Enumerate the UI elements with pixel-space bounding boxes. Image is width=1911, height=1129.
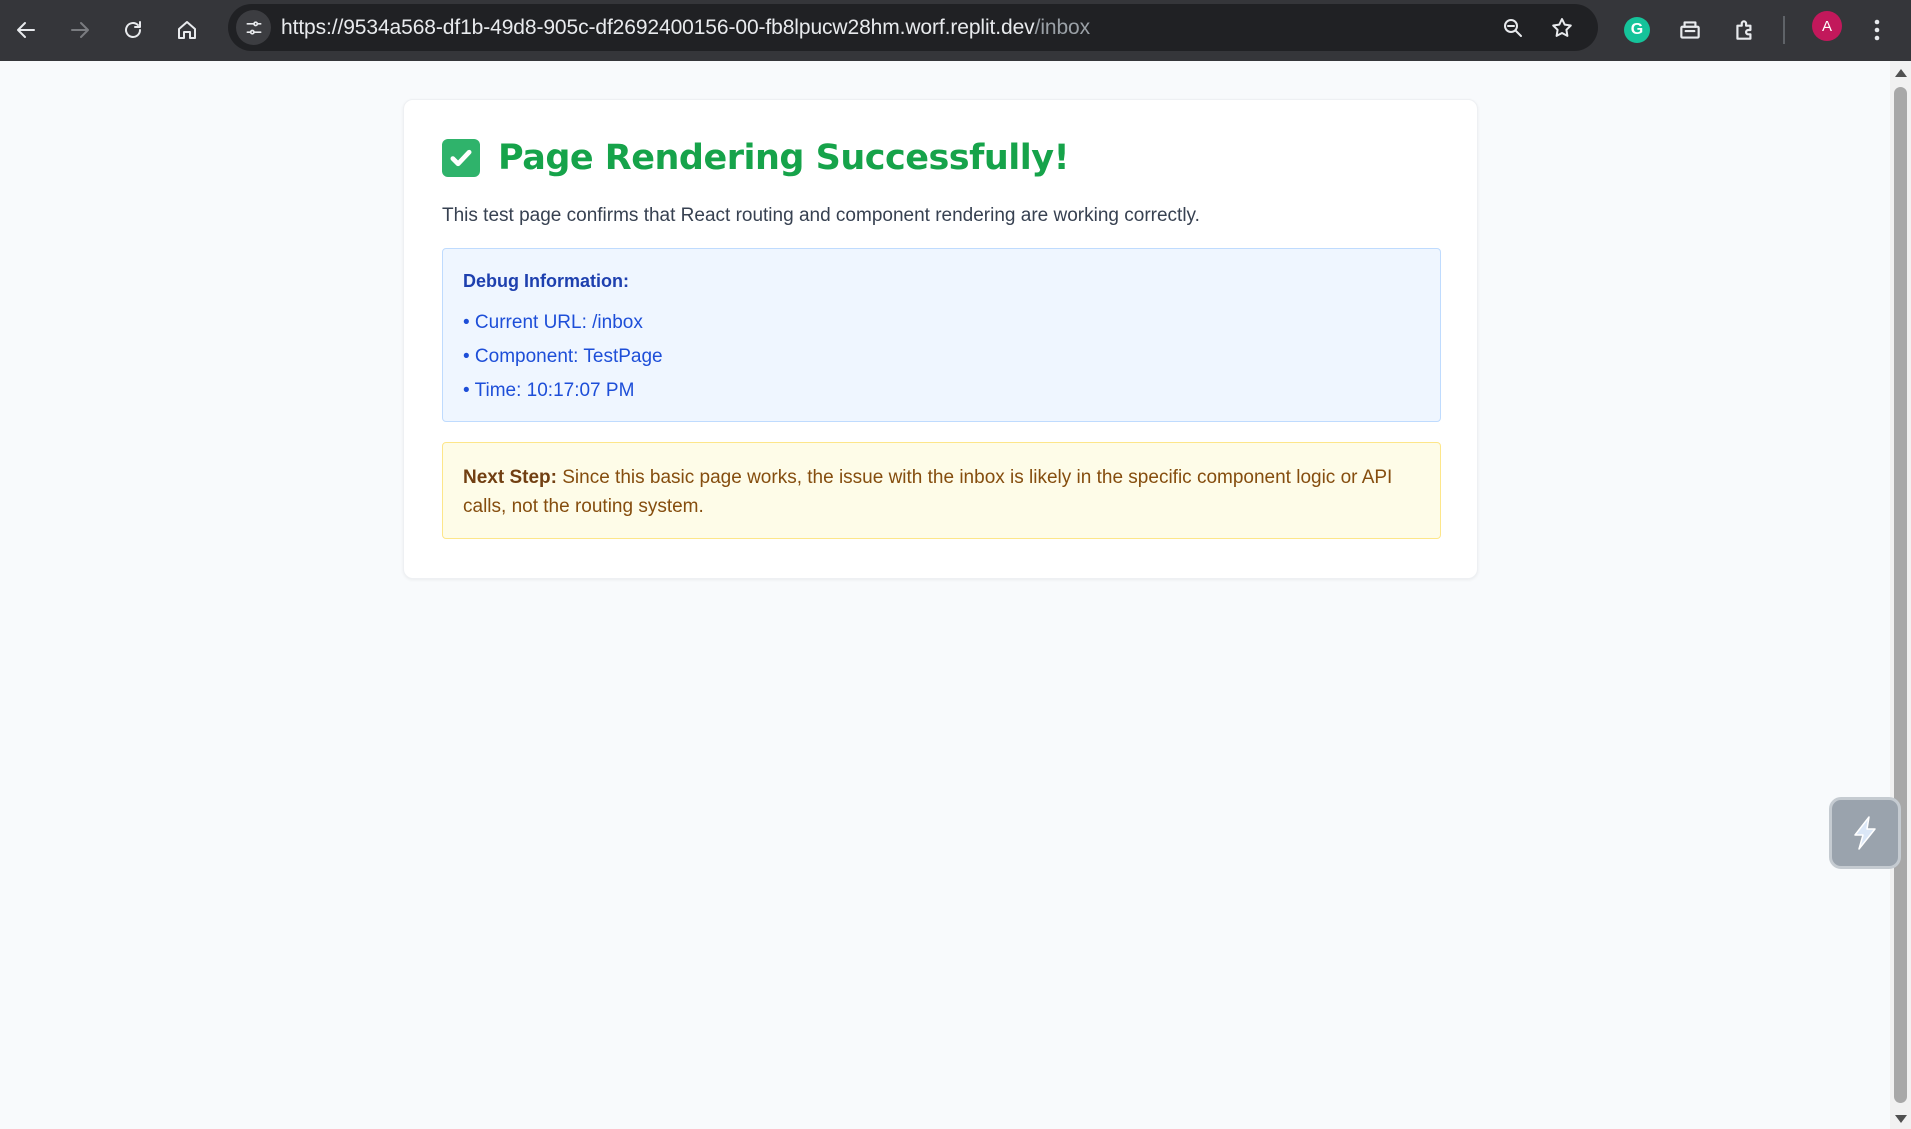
site-info-button[interactable] bbox=[236, 10, 271, 45]
zoom-icon bbox=[1504, 19, 1522, 37]
browser-toolbar: https://9534a568-df1b-49d8-905c-df269240… bbox=[0, 0, 1911, 61]
test-page-card: Page Rendering Successfully! This test p… bbox=[403, 99, 1478, 579]
reload-icon bbox=[125, 21, 141, 38]
extensions-menu-button[interactable] bbox=[1725, 10, 1765, 50]
bookmark-button[interactable] bbox=[1546, 12, 1578, 44]
back-arrow-icon bbox=[17, 22, 35, 38]
grammarly-extension-button[interactable]: G bbox=[1617, 10, 1657, 50]
next-step-label: Next Step: bbox=[463, 467, 557, 488]
debug-info-panel: Debug Information: • Current URL: /inbox… bbox=[442, 248, 1441, 422]
forward-button[interactable] bbox=[60, 10, 100, 50]
tune-icon bbox=[246, 20, 261, 35]
home-icon bbox=[178, 21, 196, 39]
url-path: /inbox bbox=[1034, 16, 1091, 39]
next-step-panel: Next Step: Since this basic page works, … bbox=[442, 442, 1441, 539]
vertical-scrollbar[interactable] bbox=[1890, 61, 1911, 1129]
title-row: Page Rendering Successfully! bbox=[442, 138, 1070, 178]
reload-button[interactable] bbox=[113, 10, 153, 50]
kebab-menu-icon bbox=[1874, 19, 1880, 41]
scroll-down-arrow-icon[interactable] bbox=[1895, 1115, 1907, 1123]
browser-menu-button[interactable] bbox=[1862, 10, 1892, 50]
debug-line-url: • Current URL: /inbox bbox=[463, 312, 643, 333]
debug-line-time: • Time: 10:17:07 PM bbox=[463, 380, 635, 401]
extension-icon bbox=[1680, 21, 1700, 39]
scroll-thumb[interactable] bbox=[1894, 87, 1907, 1103]
toolbar-divider bbox=[1783, 16, 1785, 44]
profile-avatar[interactable]: A bbox=[1812, 11, 1842, 41]
forward-arrow-icon bbox=[71, 22, 89, 38]
page-title: Page Rendering Successfully! bbox=[498, 138, 1070, 178]
floating-assistant-button[interactable] bbox=[1829, 797, 1901, 869]
address-bar[interactable]: https://9534a568-df1b-49d8-905c-df269240… bbox=[228, 4, 1598, 51]
grammarly-icon: G bbox=[1624, 17, 1650, 43]
debug-line-component: • Component: TestPage bbox=[463, 346, 663, 367]
extension-button[interactable] bbox=[1670, 10, 1710, 50]
back-button[interactable] bbox=[6, 10, 46, 50]
check-mark-icon bbox=[442, 139, 480, 177]
page-subtitle: This test page confirms that React routi… bbox=[442, 205, 1200, 226]
url-host: https://9534a568-df1b-49d8-905c-df269240… bbox=[281, 16, 1035, 39]
puzzle-icon bbox=[1736, 20, 1752, 40]
next-step-text: Since this basic page works, the issue w… bbox=[463, 467, 1393, 517]
lightning-icon bbox=[1854, 816, 1876, 850]
star-icon bbox=[1552, 18, 1572, 37]
scroll-up-arrow-icon[interactable] bbox=[1895, 69, 1907, 77]
zoom-button[interactable] bbox=[1497, 12, 1529, 44]
home-button[interactable] bbox=[167, 10, 207, 50]
page-viewport: Page Rendering Successfully! This test p… bbox=[0, 61, 1890, 1129]
debug-heading: Debug Information: bbox=[463, 271, 629, 291]
url-text[interactable]: https://9534a568-df1b-49d8-905c-df269240… bbox=[281, 16, 1090, 40]
